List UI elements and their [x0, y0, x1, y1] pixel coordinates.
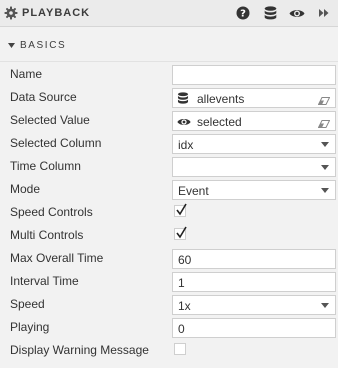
row-multi-controls: Multi Controls [0, 224, 338, 247]
name-input[interactable] [172, 65, 336, 85]
chevron-down-icon [321, 188, 329, 193]
data-source-label: Data Source [10, 90, 77, 104]
header-left: PLAYBACK [4, 5, 90, 21]
mode-select[interactable]: Event [172, 180, 336, 200]
mode-value: Event [178, 184, 209, 198]
section-title: BASICS [20, 40, 67, 51]
row-data-source: Data Source allevents [0, 86, 338, 109]
section-basics-header[interactable]: BASICS [0, 27, 338, 62]
speed-controls-checkbox[interactable] [174, 203, 187, 217]
header-actions: ? [224, 4, 332, 22]
caret-down-icon [8, 43, 15, 48]
eraser-icon[interactable] [317, 94, 331, 108]
time-column-label: Time Column [10, 159, 81, 173]
row-selected-column: Selected Column idx [0, 132, 338, 155]
max-overall-time-value: 60 [178, 253, 192, 267]
row-selected-value: Selected Value selected [0, 109, 338, 132]
database-icon [177, 92, 191, 105]
row-playing: Playing 0 [0, 316, 338, 339]
properties-panel: Name Data Source allevents Selected Valu… [0, 62, 338, 368]
chevron-down-icon [321, 303, 329, 308]
time-column-select[interactable] [172, 157, 336, 177]
display-warning-message-label: Display Warning Message [10, 343, 149, 357]
speed-controls-label: Speed Controls [10, 205, 93, 219]
eye-icon [177, 115, 191, 128]
interval-time-label: Interval Time [10, 274, 79, 288]
row-speed: Speed 1x [0, 293, 338, 316]
component-header: PLAYBACK ? [0, 0, 338, 27]
speed-label: Speed [10, 297, 45, 311]
data-source-input[interactable]: allevents [172, 88, 336, 108]
row-interval-time: Interval Time 1 [0, 270, 338, 293]
help-icon[interactable]: ? [235, 5, 251, 21]
selected-value-input[interactable]: selected [172, 111, 336, 131]
eraser-icon[interactable] [317, 117, 331, 131]
interval-time-value: 1 [178, 276, 185, 290]
multi-controls-checkbox[interactable] [174, 226, 187, 240]
fast-forward-icon[interactable] [316, 5, 332, 21]
database-icon[interactable] [262, 5, 278, 21]
playing-input[interactable]: 0 [172, 318, 336, 338]
display-warning-message-checkbox[interactable] [174, 343, 186, 355]
multi-controls-label: Multi Controls [10, 228, 84, 242]
panel-title: PLAYBACK [22, 7, 91, 19]
row-time-column: Time Column [0, 155, 338, 178]
selected-column-select[interactable]: idx [172, 134, 336, 154]
row-name: Name [0, 63, 338, 86]
section-basics-title: BASICS [8, 40, 66, 51]
speed-select[interactable]: 1x [172, 295, 336, 315]
interval-time-input[interactable]: 1 [172, 272, 336, 292]
row-display-warning-message: Display Warning Message [0, 339, 338, 362]
selected-column-label: Selected Column [10, 136, 102, 150]
checkmark-icon [176, 226, 187, 239]
row-mode: Mode Event [0, 178, 338, 201]
checkmark-icon [176, 203, 187, 216]
selected-value-value: selected [197, 115, 242, 129]
data-source-value: allevents [197, 92, 245, 106]
eye-icon[interactable] [289, 5, 305, 21]
max-overall-time-label: Max Overall Time [10, 251, 104, 265]
playing-label: Playing [10, 320, 50, 334]
name-label: Name [10, 67, 43, 81]
speed-value: 1x [178, 299, 191, 313]
selected-value-label: Selected Value [10, 113, 90, 127]
playing-value: 0 [178, 322, 185, 336]
chevron-down-icon [321, 142, 329, 147]
selected-column-value: idx [178, 138, 194, 152]
chevron-down-icon [321, 165, 329, 170]
max-overall-time-input[interactable]: 60 [172, 249, 336, 269]
gear-icon[interactable] [4, 6, 18, 20]
row-max-overall-time: Max Overall Time 60 [0, 247, 338, 270]
svg-text:?: ? [240, 9, 246, 20]
row-speed-controls: Speed Controls [0, 201, 338, 224]
mode-label: Mode [10, 182, 41, 196]
